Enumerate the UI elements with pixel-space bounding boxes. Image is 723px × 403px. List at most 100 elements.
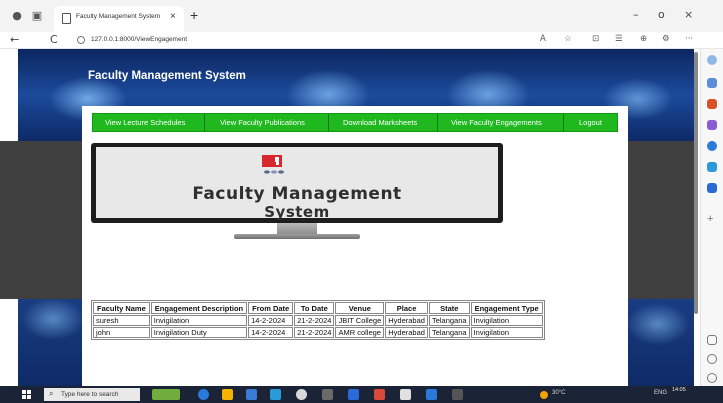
cell-engagement-type: Invigilation <box>470 327 543 338</box>
split-screen-icon[interactable]: ⊡ <box>592 34 599 44</box>
store-app-icon[interactable] <box>246 389 257 400</box>
browser-tab-bar: ● ▣ Faculty Management System × + – o × <box>0 0 723 32</box>
edge-app-icon[interactable] <box>198 389 209 400</box>
weather-icon[interactable] <box>540 391 548 399</box>
close-window-button[interactable]: × <box>684 8 693 21</box>
app-icon[interactable] <box>426 389 437 400</box>
favorite-star-icon[interactable]: ☆ <box>564 34 572 44</box>
app-icon[interactable] <box>348 389 359 400</box>
edge-sidebar: + <box>700 49 723 386</box>
monitor-stand-base <box>234 234 360 239</box>
tab-title: Faculty Management System <box>76 13 161 20</box>
page-scrollbar[interactable] <box>694 52 699 380</box>
cell-to-date: 21-2-2024 <box>294 315 335 326</box>
extensions-icon[interactable]: ⚙ <box>662 34 670 44</box>
nav-divider <box>563 114 564 131</box>
sidebar-layout-icon[interactable] <box>707 335 717 345</box>
taskbar-search-placeholder: Type here to search <box>61 391 119 398</box>
tab-close-icon[interactable]: × <box>170 11 176 22</box>
games-icon[interactable] <box>707 141 717 151</box>
chrome-app-icon[interactable] <box>296 389 307 400</box>
table-header-row: Faculty Name Engagement Description From… <box>93 302 543 314</box>
header-engagement-type: Engagement Type <box>470 302 543 314</box>
more-menu-icon[interactable]: ··· <box>685 34 693 44</box>
new-tab-button[interactable]: + <box>190 7 198 23</box>
windows-taskbar: ⌕ Type here to search 30°C ENG 14:05 <box>0 386 723 403</box>
search-icon[interactable] <box>707 55 717 65</box>
header-engagement-description: Engagement Description <box>150 302 248 314</box>
tools-icon[interactable] <box>707 120 717 130</box>
nav-view-lecture-schedules[interactable]: View Lecture Schedules <box>105 118 185 127</box>
back-button[interactable]: ← <box>10 33 19 46</box>
clock[interactable]: 14:05 <box>672 387 686 394</box>
profile-icon[interactable]: ● <box>10 9 24 23</box>
header-venue: Venue <box>335 302 385 314</box>
nav-view-faculty-engagements[interactable]: View Faculty Engagements <box>451 118 542 127</box>
nav-divider <box>328 114 329 131</box>
cell-state: Telangana <box>428 327 470 338</box>
system-banner-image: Faculty Management System <box>91 143 503 245</box>
nav-download-marksheets[interactable]: Download Marksheets <box>343 118 417 127</box>
external-link-icon[interactable] <box>707 354 717 364</box>
add-sidebar-icon[interactable]: + <box>707 214 717 225</box>
cell-from-date: 14-2-2024 <box>248 315 294 326</box>
temperature: 30°C <box>552 390 566 396</box>
cell-faculty-name: suresh <box>93 315 150 326</box>
shopping-icon[interactable] <box>707 99 717 109</box>
nav-view-faculty-publications[interactable]: View Faculty Publications <box>220 118 305 127</box>
app-icon[interactable] <box>322 389 333 400</box>
header-from-date: From Date <box>248 302 294 314</box>
faculty-logo-icon <box>262 155 284 174</box>
scrollbar-thumb[interactable] <box>694 52 698 314</box>
page-icon <box>62 13 71 24</box>
header-place: Place <box>385 302 428 314</box>
site-title: Faculty Management System <box>88 70 246 82</box>
nav-divider <box>204 114 205 131</box>
cell-from-date: 14-2-2024 <box>248 327 294 338</box>
taskbar-search[interactable]: ⌕ Type here to search <box>44 388 140 401</box>
address-bar: ← C 127.0.0.1:8000/ViewEngagement A ☆ ⊡ … <box>0 32 723 49</box>
browser-tab[interactable]: Faculty Management System × <box>54 6 184 32</box>
cell-venue: JBIT College <box>335 315 385 326</box>
app-icon[interactable] <box>452 389 463 400</box>
nav-logout[interactable]: Logout <box>579 118 602 127</box>
site-info-icon[interactable] <box>77 36 85 44</box>
cell-faculty-name: john <box>93 327 150 338</box>
content-card: View Lecture Schedules View Faculty Publ… <box>82 106 628 386</box>
cell-description: Invigilation <box>150 315 248 326</box>
banner-title-line2: System <box>264 203 330 221</box>
restore-button[interactable]: o <box>658 8 665 21</box>
table-row: suresh Invigilation 14-2-2024 21-2-2024 … <box>93 315 543 326</box>
start-icon[interactable] <box>22 390 31 399</box>
app-icon[interactable] <box>374 389 385 400</box>
language-indicator[interactable]: ENG <box>654 390 667 396</box>
cell-place: Hyderabad <box>385 315 428 326</box>
main-nav: View Lecture Schedules View Faculty Publ… <box>92 113 618 132</box>
monitor-frame: Faculty Management System <box>91 143 503 223</box>
tab-actions-icon[interactable]: ▣ <box>30 9 44 23</box>
header-state: State <box>428 302 470 314</box>
collections-icon[interactable]: ⊕ <box>640 34 647 44</box>
settings-icon[interactable] <box>707 373 717 383</box>
minimize-button[interactable]: – <box>633 8 639 21</box>
url-field[interactable]: 127.0.0.1:8000/ViewEngagement <box>91 36 187 43</box>
file-explorer-icon[interactable] <box>222 389 233 400</box>
favorites-icon[interactable]: ☰ <box>615 34 623 44</box>
news-widget-icon[interactable] <box>152 389 180 400</box>
mail-app-icon[interactable] <box>270 389 281 400</box>
header-faculty-name: Faculty Name <box>93 302 150 314</box>
refresh-button[interactable]: C <box>50 33 58 46</box>
monitor-screen: Faculty Management System <box>96 147 498 221</box>
tag-icon[interactable] <box>707 78 717 88</box>
nav-divider <box>437 114 438 131</box>
app-icon[interactable] <box>400 389 411 400</box>
cell-to-date: 21-2-2024 <box>294 327 335 338</box>
search-icon: ⌕ <box>49 389 54 398</box>
outlook-icon[interactable] <box>707 183 717 193</box>
cell-venue: AMR college <box>335 327 385 338</box>
office-icon[interactable] <box>707 162 717 172</box>
read-aloud-icon[interactable]: A <box>540 34 546 44</box>
table-row: john Invigilation Duty 14-2-2024 21-2-20… <box>93 327 543 338</box>
header-to-date: To Date <box>294 302 335 314</box>
cell-description: Invigilation Duty <box>150 327 248 338</box>
